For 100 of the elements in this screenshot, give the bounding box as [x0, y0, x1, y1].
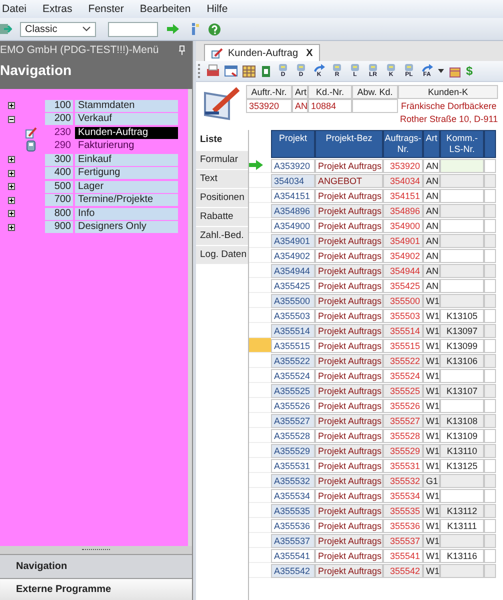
table-cell: Projekt Auftrags [315, 309, 383, 323]
column-header[interactable]: Art [423, 130, 440, 158]
menu-entry[interactable]: Stammdaten [75, 100, 178, 112]
table-cell: ANGEBOT [315, 174, 383, 188]
field-value[interactable] [352, 99, 398, 113]
row-header[interactable] [249, 338, 271, 353]
menu-entry[interactable]: Fakturierung [75, 140, 178, 152]
exit-icon[interactable] [0, 22, 12, 36]
document-tab[interactable]: Kunden-Auftrag X [204, 44, 320, 61]
menu-entry[interactable]: Kunden-Auftrag [75, 126, 178, 139]
table-cell: A355514 [271, 324, 315, 338]
expand-icon[interactable] [8, 156, 17, 164]
table-cell: Projekt Auftrags [315, 219, 383, 233]
field-value[interactable]: 10884 [308, 99, 352, 113]
menu-number: 800 [45, 208, 73, 220]
column-header[interactable] [484, 130, 496, 158]
expand-icon[interactable] [8, 196, 17, 204]
expand-icon[interactable] [8, 170, 17, 177]
side-tab[interactable]: Log. Daten [196, 246, 248, 265]
table-cell [440, 534, 484, 548]
table-cell: 355536 [383, 519, 423, 533]
side-tab[interactable]: Rabatte [196, 208, 248, 227]
table-cell: 355542 [383, 564, 423, 578]
menu-item[interactable]: Extras [42, 3, 72, 15]
table-cell [484, 159, 496, 173]
menu-entry[interactable]: Designers Only [75, 221, 178, 234]
table-cell: 353920 [383, 159, 423, 173]
table-cell [484, 519, 496, 533]
menu-entry[interactable]: Lager [75, 180, 178, 193]
input-field[interactable] [108, 22, 158, 36]
menu-entry[interactable]: Einkauf [75, 154, 178, 166]
column-header[interactable]: Projekt [271, 130, 315, 158]
column-header[interactable]: Komm.-LS-Nr. [440, 130, 484, 158]
current-row-arrow-icon [249, 160, 263, 170]
help-icon[interactable] [208, 22, 221, 36]
side-tab[interactable]: Positionen [196, 189, 248, 208]
table-cell [440, 219, 484, 233]
table-cell [484, 429, 496, 443]
side-tab[interactable]: Formular [196, 151, 248, 170]
menu-item[interactable]: Bearbeiten [140, 3, 191, 15]
table-cell: A355503 [271, 309, 315, 323]
pin-icon[interactable] [178, 45, 186, 55]
table-cell: Projekt Auftrags [315, 474, 383, 488]
table-cell: 355534 [383, 489, 423, 503]
menu-item[interactable]: Hilfe [206, 3, 228, 15]
menu-number: 230 [53, 126, 72, 139]
panel-button[interactable]: Externe Programme [0, 578, 192, 600]
menu-entry[interactable]: Info [75, 208, 178, 220]
expand-icon[interactable] [8, 102, 17, 110]
table-cell: A355425 [271, 279, 315, 293]
expand-icon[interactable] [8, 183, 17, 190]
column-header[interactable]: Projekt-Bez [315, 130, 383, 158]
table-cell: W1 [423, 459, 440, 473]
table-cell: 355528 [383, 429, 423, 443]
window-icon[interactable] [224, 64, 238, 78]
field-value[interactable]: 353920 [246, 99, 292, 113]
table-cell: 355541 [383, 549, 423, 563]
table-cell [484, 189, 496, 203]
spreadsheet-icon[interactable] [260, 64, 272, 78]
table-cell: AN [423, 174, 440, 188]
menu-item[interactable]: Datei [2, 3, 27, 15]
menu-number: 100 [45, 100, 73, 112]
caret-icon[interactable] [438, 69, 444, 73]
table-cell: A354896 [271, 204, 315, 218]
table-cell: W1 [423, 534, 440, 548]
menu-entry[interactable]: Verkauf [75, 113, 178, 126]
panel-heading: Navigation [0, 62, 73, 78]
field-label: Auftr.-Nr. [246, 85, 292, 99]
table-cell [440, 249, 484, 263]
table-cell: 355527 [383, 414, 423, 428]
table-cell [484, 219, 496, 233]
table-cell: A355527 [271, 414, 315, 428]
table-cell [484, 264, 496, 278]
expand-icon[interactable] [8, 224, 17, 231]
document-icon [349, 64, 361, 72]
menu-entry[interactable]: Fertigung [75, 167, 178, 180]
table-cell [440, 279, 484, 293]
panel-button[interactable]: Navigation [0, 554, 192, 578]
side-tab[interactable]: Zahl.-Bed. [196, 227, 248, 246]
collapse-icon[interactable] [8, 116, 17, 123]
table-cell: A355532 [271, 474, 315, 488]
table-cell: Projekt Auftrags [315, 354, 383, 368]
layout-select[interactable]: Classic [20, 22, 96, 36]
menu-entry[interactable]: Termine/Projekte [75, 194, 178, 206]
table-cell: K13097 [440, 324, 484, 338]
field-value[interactable]: Fränkische Dorfbäckere [398, 99, 498, 113]
printer-icon[interactable] [206, 64, 220, 78]
menu-item[interactable]: Fenster [88, 3, 124, 15]
table-cell: AN [423, 189, 440, 203]
field-value[interactable]: AN [292, 99, 308, 113]
table-cell: AN [423, 279, 440, 293]
expand-icon[interactable] [8, 210, 17, 218]
side-tab[interactable]: Text [196, 170, 248, 189]
table-cell [484, 474, 496, 488]
column-header[interactable]: Auftrags-Nr. [383, 130, 423, 158]
table-icon[interactable] [242, 64, 256, 78]
table-cell: 354944 [383, 264, 423, 278]
play-arrow-icon[interactable] [166, 23, 180, 35]
close-button[interactable]: X [306, 48, 313, 58]
table-cell: W1 [423, 519, 440, 533]
